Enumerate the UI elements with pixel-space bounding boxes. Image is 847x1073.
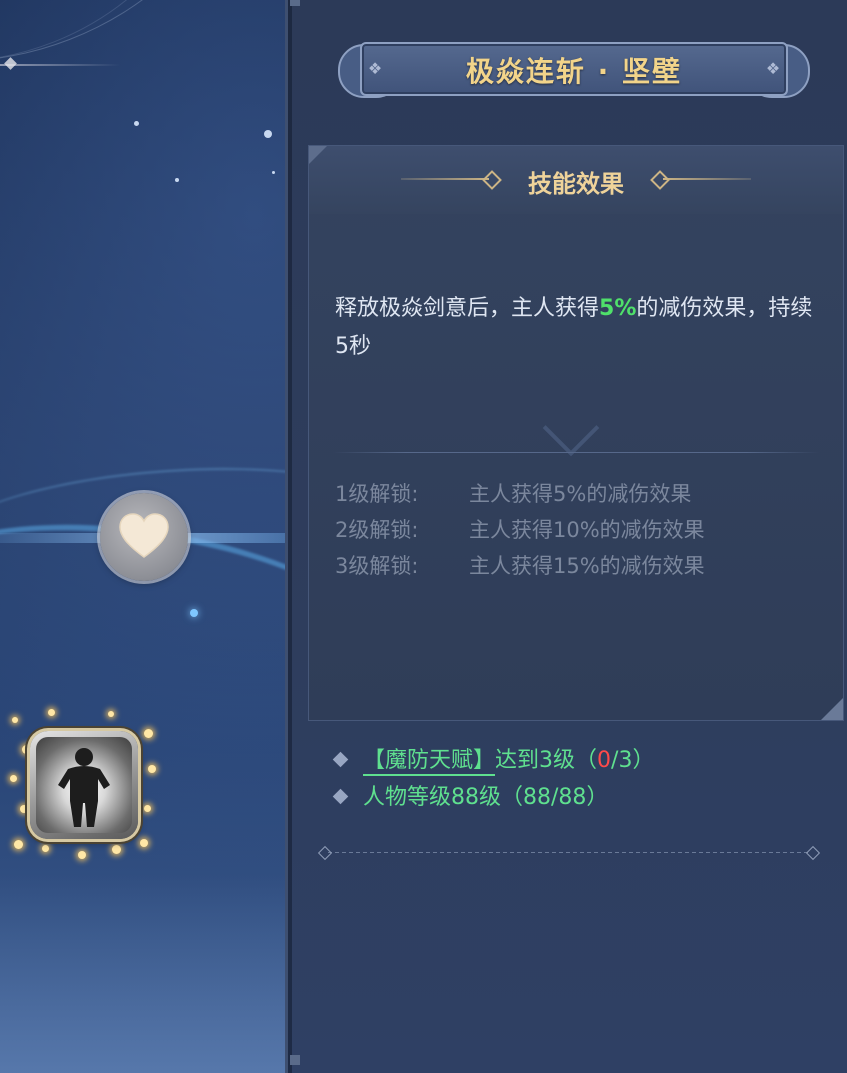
separator-diamond <box>317 845 333 861</box>
level-unlock-label: 3级解锁: <box>335 554 419 578</box>
separator-diamond <box>805 845 821 861</box>
sparkle <box>20 805 28 813</box>
character-silhouette-icon <box>58 748 110 827</box>
panel-corner <box>290 0 300 6</box>
skill-title-banner: ❖ ❖ 极焱连斩 · 坚壁 <box>338 38 810 100</box>
background-haze <box>0 873 287 1073</box>
requirement-total-value: /3 <box>611 748 633 773</box>
decorative-diamond <box>4 57 17 70</box>
skill-detail-panel: ❖ ❖ 极焱连斩 · 坚壁 技能效果 释放极焱剑意后，主人获得5%的减伤效果，持… <box>285 0 847 1073</box>
sparkle <box>78 851 86 859</box>
level-unlock-row: 2级解锁: 主人获得10%的减伤效果 <box>335 512 825 548</box>
requirement-talent: 【魔防天赋】达到3级（0/3） <box>332 742 813 779</box>
section-divider <box>333 452 819 453</box>
star-dot <box>175 178 179 182</box>
sparkle <box>42 845 49 852</box>
level-unlock-list: 1级解锁: 主人获得5%的减伤效果 2级解锁: 主人获得10%的减伤效果 3级解… <box>335 476 825 584</box>
talent-link[interactable]: 【魔防天赋】 <box>363 748 496 776</box>
glow-dot <box>190 609 198 617</box>
requirement-paren-close: ） <box>632 748 655 773</box>
description-highlight-value: 5% <box>599 296 637 321</box>
level-unlock-row: 1级解锁: 主人获得5%的减伤效果 <box>335 476 825 512</box>
level-unlock-row: 3级解锁: 主人获得15%的减伤效果 <box>335 548 825 584</box>
skill-detail-screen: ❖ ❖ 极焱连斩 · 坚壁 技能效果 释放极焱剑意后，主人获得5%的减伤效果，持… <box>0 0 847 1073</box>
skill-tree-scene <box>0 0 287 1073</box>
sparkle <box>12 717 18 723</box>
skill-slot-selected[interactable] <box>8 705 158 860</box>
requirement-current-value: 0 <box>597 748 612 773</box>
effect-header-title: 技能效果 <box>528 170 624 198</box>
level-unlock-text: 主人获得15%的减伤效果 <box>469 554 705 578</box>
chevron-down-icon <box>542 399 600 457</box>
sparkle <box>48 709 55 716</box>
description-prefix: 释放极焱剑意后，主人获得 <box>335 296 600 321</box>
requirement-text: 达到3级 <box>495 748 576 773</box>
heart-icon <box>119 513 169 558</box>
sparkle <box>144 729 153 738</box>
level-unlock-label: 1级解锁: <box>335 482 419 506</box>
star-dot <box>134 121 139 126</box>
unlock-requirements: 【魔防天赋】达到3级（0/3） 人物等级88级（88/88） <box>332 742 813 816</box>
level-unlock-text: 主人获得10%的减伤效果 <box>469 518 705 542</box>
sparkle <box>108 711 114 717</box>
skill-title: 极焱连斩 · 坚壁 <box>465 55 683 88</box>
box-corner-decoration <box>821 698 843 720</box>
skill-description: 释放极焱剑意后，主人获得5%的减伤效果，持续5秒 <box>335 290 825 366</box>
skill-icon-frame <box>30 731 138 839</box>
sparkle <box>112 845 121 854</box>
decorative-line <box>0 64 120 66</box>
requirement-level: 人物等级88级（88/88） <box>332 779 813 816</box>
dotted-separator <box>328 852 810 853</box>
sparkle <box>140 839 148 847</box>
sparkle <box>14 840 23 849</box>
sparkle <box>10 775 17 782</box>
requirement-text: 人物等级88级（88/88） <box>363 785 609 810</box>
sparkle <box>148 765 156 773</box>
star-dot <box>264 130 272 138</box>
panel-corner <box>290 1055 300 1065</box>
requirement-paren-open: （ <box>575 748 598 773</box>
bullet-diamond-icon <box>332 788 349 805</box>
bullet-diamond-icon <box>332 751 349 768</box>
level-unlock-label: 2级解锁: <box>335 518 419 542</box>
heart-skill-node[interactable] <box>100 493 188 581</box>
sparkle <box>144 805 151 812</box>
level-unlock-text: 主人获得5%的减伤效果 <box>469 482 692 506</box>
box-corner-decoration <box>309 146 327 164</box>
skill-effect-box: 技能效果 释放极焱剑意后，主人获得5%的减伤效果，持续5秒 1级解锁: 主人获得… <box>308 145 844 721</box>
star-dot <box>272 171 275 174</box>
